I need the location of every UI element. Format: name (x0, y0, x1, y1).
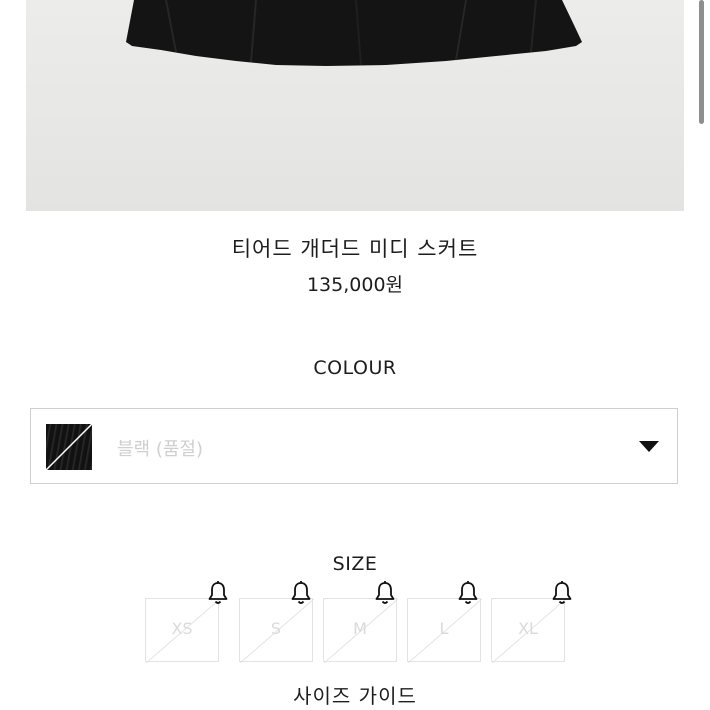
size-option-l[interactable]: L (407, 598, 482, 663)
skirt-photo (126, 0, 582, 66)
product-price: 135,000원 (306, 274, 404, 296)
size-option-xs[interactable]: XS (145, 598, 220, 663)
bell-icon[interactable] (456, 580, 480, 606)
size-label: SIZE (332, 553, 378, 575)
size-option-s[interactable]: S (239, 598, 314, 663)
size-option-label: XL (518, 619, 538, 638)
bell-icon[interactable] (206, 580, 230, 606)
size-option-label: XS (171, 619, 193, 638)
size-option-label: S (270, 619, 282, 638)
colour-swatch (46, 424, 92, 470)
size-option-xl[interactable]: XL (491, 598, 566, 663)
scrollbar-thumb[interactable] (699, 0, 704, 124)
sold-out-slash (46, 424, 92, 470)
size-guide-link[interactable]: 사이즈 가이드 (0, 680, 710, 709)
bell-icon[interactable] (289, 580, 313, 606)
bell-icon[interactable] (550, 580, 574, 606)
bell-icon[interactable] (373, 580, 397, 606)
product-image (26, 0, 684, 211)
size-option-label: M (353, 619, 367, 638)
product-title: 티어드 개더드 미디 스커트 (231, 237, 479, 261)
colour-select[interactable]: 블랙 (품절) (30, 408, 678, 484)
chevron-down-icon[interactable] (639, 441, 659, 452)
size-option-label: L (439, 619, 449, 638)
colour-label: COLOUR (313, 357, 397, 379)
colour-selected-value: 블랙 (품절) (117, 439, 204, 460)
size-option-m[interactable]: M (323, 598, 398, 663)
